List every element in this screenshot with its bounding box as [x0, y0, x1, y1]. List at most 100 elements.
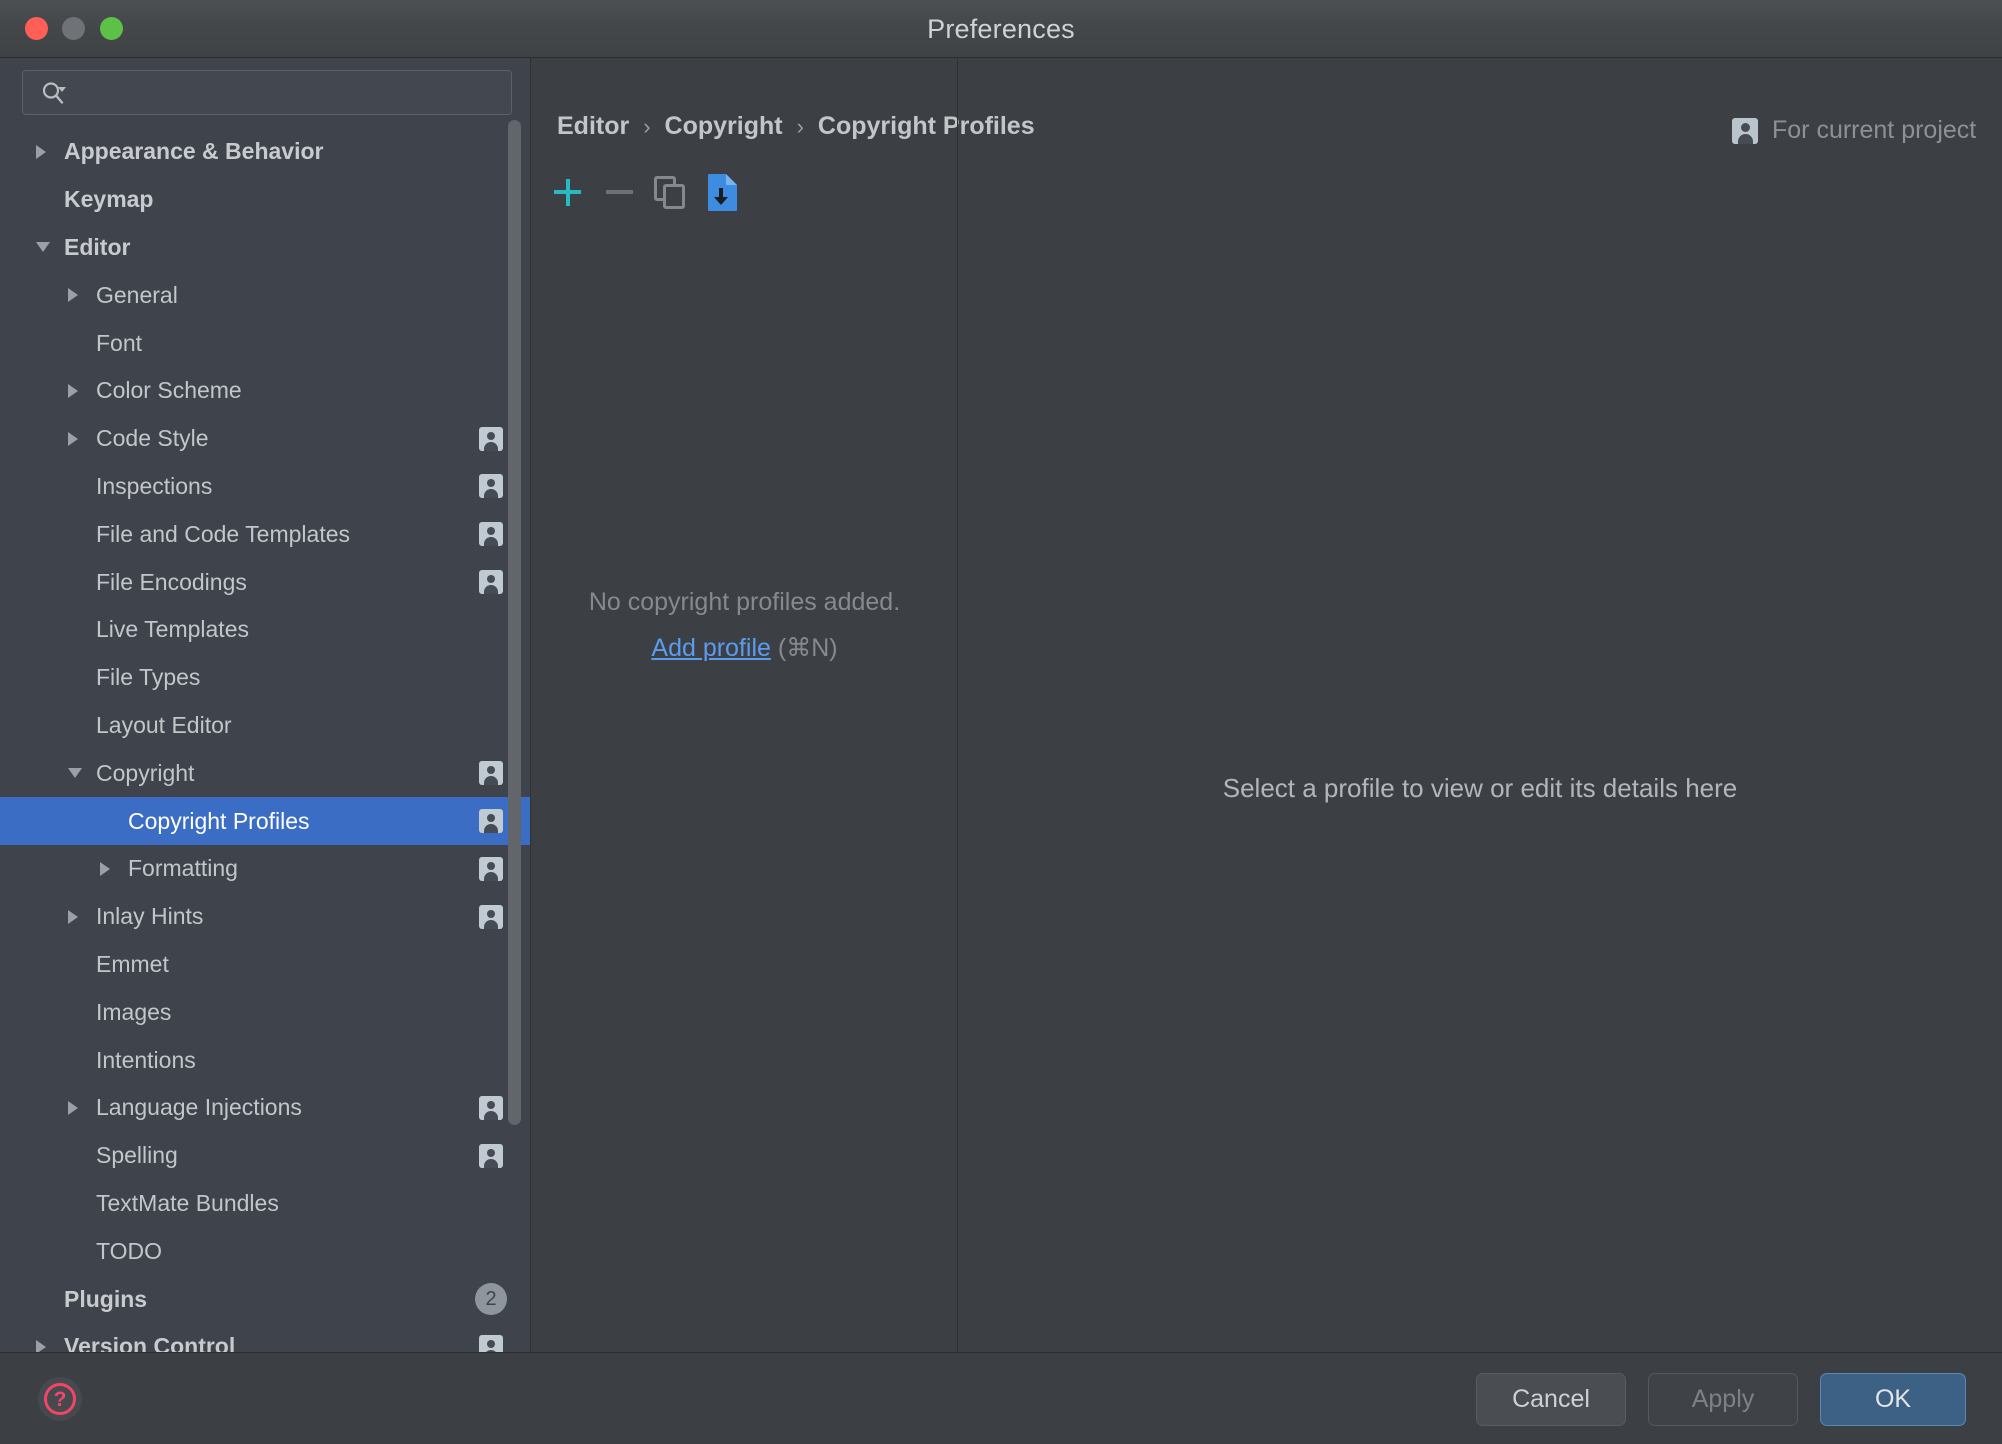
- sidebar-scrollbar[interactable]: [506, 120, 522, 1202]
- sidebar-item-font[interactable]: Font: [0, 319, 530, 367]
- sidebar-scrollbar-thumb[interactable]: [508, 120, 521, 1125]
- window-title: Preferences: [927, 14, 1075, 44]
- import-profile-button[interactable]: [704, 172, 744, 212]
- sidebar-item-label: Emmet: [96, 950, 169, 977]
- chevron-right-icon[interactable]: [36, 144, 46, 159]
- sidebar-item-live-templates[interactable]: Live Templates: [0, 606, 530, 654]
- sidebar-item-label: Images: [96, 998, 172, 1025]
- project-scope-icon: [479, 570, 503, 595]
- breadcrumb-item[interactable]: Editor: [557, 112, 629, 141]
- dialog-footer: ? Cancel Apply OK: [0, 1352, 2002, 1444]
- empty-state-action: Add profile (⌘N): [532, 633, 957, 663]
- project-scope-icon: [479, 474, 503, 499]
- sidebar-item-label: TODO: [96, 1237, 163, 1264]
- chevron-right-icon[interactable]: [36, 1339, 46, 1352]
- sidebar-item-inlay-hints[interactable]: Inlay Hints: [0, 893, 530, 941]
- sidebar-item-spelling[interactable]: Spelling: [0, 1132, 530, 1180]
- copy-profile-button[interactable]: [650, 172, 690, 212]
- sidebar-item-label: Spelling: [96, 1142, 178, 1169]
- add-profile-link[interactable]: Add profile: [651, 634, 771, 662]
- settings-sidebar: Appearance & Behavior Keymap Editor General…: [0, 58, 531, 1352]
- sidebar-item-label: Copyright Profiles: [128, 807, 310, 834]
- question-mark-icon: ?: [44, 1383, 76, 1415]
- import-file-icon: [704, 174, 742, 216]
- sidebar-item-appearance-behavior[interactable]: Appearance & Behavior: [0, 128, 530, 176]
- sidebar-item-file-types[interactable]: File Types: [0, 654, 530, 702]
- sidebar-item-plugins[interactable]: Plugins 2: [0, 1275, 530, 1323]
- footer-buttons: Cancel Apply OK: [1476, 1373, 1966, 1426]
- sidebar-item-label: Font: [96, 329, 143, 356]
- cancel-button[interactable]: Cancel: [1476, 1373, 1626, 1426]
- sidebar-item-todo[interactable]: TODO: [0, 1227, 530, 1275]
- project-scope-icon: [479, 1143, 503, 1168]
- sidebar-item-version-control[interactable]: Version Control: [0, 1323, 530, 1352]
- sidebar-item-layout-editor[interactable]: Layout Editor: [0, 702, 530, 750]
- project-scope-icon: [479, 761, 503, 786]
- remove-profile-button[interactable]: [600, 172, 640, 212]
- sidebar-item-code-style[interactable]: Code Style: [0, 415, 530, 463]
- chevron-right-icon[interactable]: [100, 861, 110, 876]
- sidebar-item-label: Editor: [64, 233, 131, 260]
- sidebar-item-label: TextMate Bundles: [96, 1189, 279, 1216]
- sidebar-item-label: Appearance & Behavior: [64, 138, 324, 165]
- sidebar-item-copyright-profiles[interactable]: Copyright Profiles: [0, 797, 530, 845]
- minus-icon: [606, 190, 633, 194]
- project-scope-icon: [479, 856, 503, 881]
- sidebar-item-textmate-bundles[interactable]: TextMate Bundles: [0, 1180, 530, 1228]
- add-profile-shortcut: (⌘N): [777, 634, 838, 662]
- help-button[interactable]: ?: [38, 1377, 82, 1421]
- sidebar-item-label: Copyright: [96, 759, 195, 786]
- chevron-right-icon[interactable]: [68, 431, 78, 446]
- sidebar-item-images[interactable]: Images: [0, 988, 530, 1036]
- search-icon: [41, 81, 67, 107]
- project-scope-icon: [479, 1095, 503, 1120]
- for-current-project-label: For current project: [1732, 116, 1976, 145]
- panel-divider[interactable]: [957, 58, 958, 1352]
- search-input[interactable]: [79, 71, 503, 116]
- add-profile-button[interactable]: [548, 172, 588, 212]
- chevron-right-icon[interactable]: [68, 288, 78, 303]
- chevron-down-icon[interactable]: [68, 768, 82, 779]
- sidebar-item-label: Inspections: [96, 472, 213, 499]
- sidebar-item-label: Color Scheme: [96, 377, 242, 404]
- sidebar-item-editor[interactable]: Editor: [0, 224, 530, 272]
- main-content: Editor › Copyright › Copyright Profiles For …: [532, 58, 2002, 1352]
- sidebar-item-label: File Types: [96, 664, 201, 691]
- sidebar-item-label: Layout Editor: [96, 711, 232, 738]
- sidebar-item-label: Intentions: [96, 1046, 196, 1073]
- sidebar-item-color-scheme[interactable]: Color Scheme: [0, 367, 530, 415]
- sidebar-search[interactable]: [22, 70, 512, 116]
- sidebar-item-label: File and Code Templates: [96, 520, 350, 547]
- chevron-right-icon[interactable]: [68, 1100, 78, 1115]
- breadcrumb-item[interactable]: Copyright: [665, 112, 783, 141]
- ok-button[interactable]: OK: [1820, 1373, 1966, 1426]
- sidebar-item-inspections[interactable]: Inspections: [0, 463, 530, 511]
- sidebar-item-language-injections[interactable]: Language Injections: [0, 1084, 530, 1132]
- sidebar-item-general[interactable]: General: [0, 271, 530, 319]
- sidebar-item-formatting[interactable]: Formatting: [0, 845, 530, 893]
- profiles-toolbar: [532, 162, 957, 218]
- chevron-right-icon[interactable]: [68, 909, 78, 924]
- chevron-right-icon[interactable]: [68, 383, 78, 398]
- project-scope-icon: [479, 522, 503, 547]
- sidebar-item-file-and-code-templates[interactable]: File and Code Templates: [0, 510, 530, 558]
- sidebar-item-label: Plugins: [64, 1285, 148, 1312]
- sidebar-item-keymap[interactable]: Keymap: [0, 176, 530, 224]
- sidebar-item-emmet[interactable]: Emmet: [0, 941, 530, 989]
- window-titlebar: Preferences: [0, 0, 2002, 58]
- breadcrumb-item[interactable]: Copyright Profiles: [818, 112, 1035, 141]
- sidebar-item-intentions[interactable]: Intentions: [0, 1036, 530, 1084]
- plugin-count-badge: 2: [475, 1283, 507, 1316]
- sidebar-item-label: General: [96, 281, 178, 308]
- breadcrumb-separator: ›: [796, 113, 804, 139]
- project-scope-icon: [479, 426, 503, 451]
- project-scope-icon: [1732, 117, 1758, 144]
- sidebar-item-label: Code Style: [96, 425, 209, 452]
- project-scope-icon: [479, 809, 503, 834]
- apply-button[interactable]: Apply: [1648, 1373, 1798, 1426]
- empty-state-message: No copyright profiles added.: [588, 588, 901, 616]
- sidebar-item-copyright[interactable]: Copyright: [0, 749, 530, 797]
- sidebar-item-label: Keymap: [64, 186, 154, 213]
- sidebar-item-file-encodings[interactable]: File Encodings: [0, 558, 530, 606]
- chevron-down-icon[interactable]: [36, 242, 50, 253]
